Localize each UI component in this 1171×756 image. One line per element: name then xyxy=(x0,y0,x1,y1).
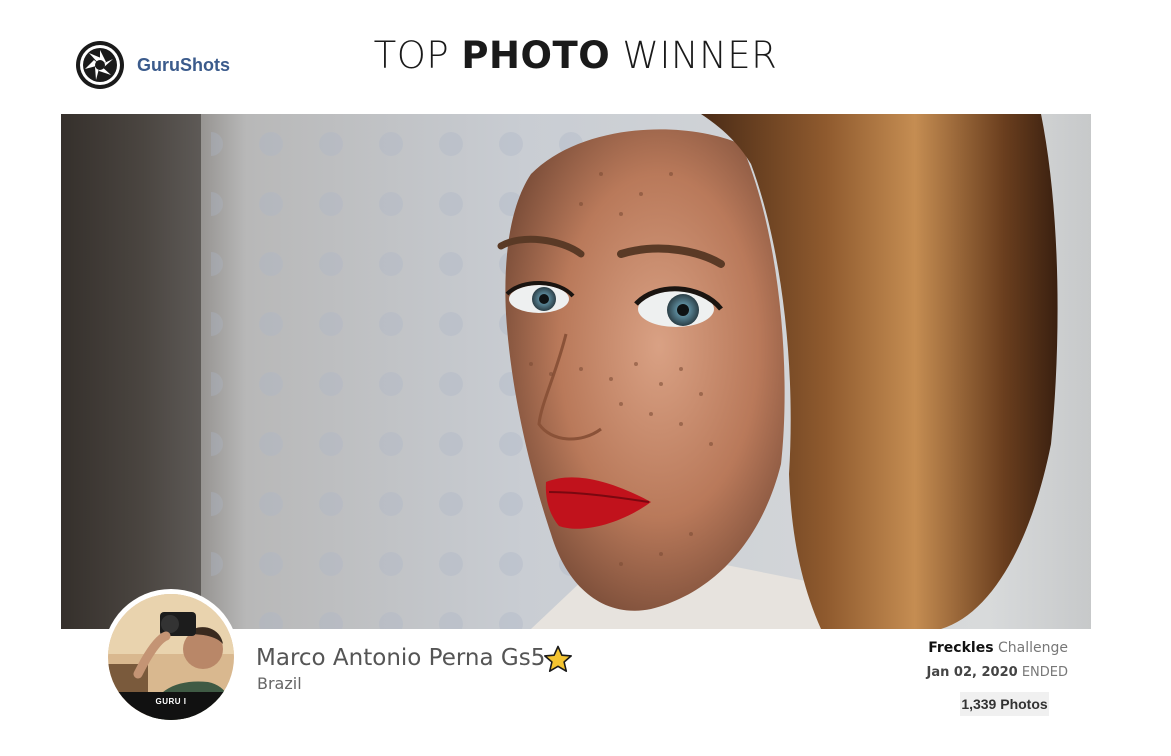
winning-photo[interactable] xyxy=(61,114,1091,629)
portrait-image xyxy=(61,114,1091,629)
title-photo: PHOTO xyxy=(461,34,611,77)
page-title: TOP PHOTO WINNER xyxy=(0,34,1151,77)
title-top: TOP xyxy=(373,34,450,77)
challenge-suffix: Challenge xyxy=(998,640,1068,656)
end-date: Jan 02, 2020 xyxy=(926,665,1018,680)
winner-country: Brazil xyxy=(257,674,302,693)
challenge-title[interactable]: Freckles Challenge xyxy=(928,640,1068,656)
challenge-end-date: Jan 02, 2020 ENDED xyxy=(927,665,1068,680)
avatar: GURU I xyxy=(108,594,234,720)
status-label: ENDED xyxy=(1021,665,1068,680)
level-badge: GURU I xyxy=(108,692,234,720)
winner-avatar[interactable]: GURU I xyxy=(103,589,239,725)
challenge-name: Freckles xyxy=(928,640,994,656)
star-icon xyxy=(543,645,573,673)
photo-count-badge: 1,339 Photos xyxy=(960,692,1049,716)
winner-name[interactable]: Marco Antonio Perna Gs5 xyxy=(256,645,545,671)
title-winner: WINNER xyxy=(622,34,778,77)
